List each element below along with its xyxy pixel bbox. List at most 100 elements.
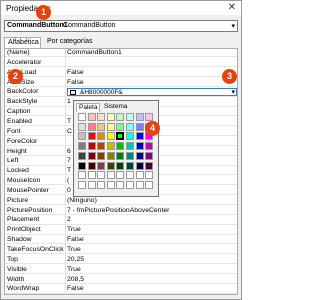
color-cell[interactable] bbox=[87, 113, 96, 121]
color-cell[interactable] bbox=[97, 122, 106, 131]
color-cell[interactable] bbox=[78, 161, 86, 170]
property-value[interactable]: CommandButton1 bbox=[67, 49, 235, 57]
color-cell[interactable] bbox=[126, 122, 134, 131]
color-cell[interactable] bbox=[116, 142, 125, 151]
property-value[interactable]: False bbox=[67, 285, 235, 293]
color-cell[interactable] bbox=[106, 113, 115, 121]
color-cell[interactable] bbox=[135, 151, 144, 160]
color-cell[interactable] bbox=[106, 171, 115, 180]
color-cell[interactable] bbox=[87, 161, 96, 170]
property-row[interactable]: Width 208,5 bbox=[5, 276, 237, 284]
color-cell[interactable] bbox=[87, 180, 96, 189]
color-cell[interactable] bbox=[78, 122, 86, 131]
color-cell[interactable] bbox=[116, 171, 125, 180]
color-cell[interactable] bbox=[135, 180, 144, 189]
color-cell[interactable] bbox=[126, 132, 134, 141]
property-row[interactable]: Top 20,25 bbox=[5, 256, 237, 265]
property-value[interactable]: False bbox=[67, 236, 235, 244]
property-value[interactable]: 7 - fmPicturePositionAboveCenter bbox=[67, 207, 235, 215]
color-cell[interactable] bbox=[97, 151, 106, 160]
color-cell[interactable] bbox=[87, 151, 96, 160]
chevron-down-icon[interactable]: ▾ bbox=[231, 88, 235, 96]
property-row[interactable]: BackColor &H8000000F& ▾ bbox=[5, 88, 237, 97]
property-row[interactable]: Accelerator bbox=[5, 59, 237, 68]
color-cell[interactable] bbox=[87, 171, 96, 180]
tab-by-category[interactable]: Por categorías bbox=[44, 37, 104, 48]
tab-palette[interactable]: Paleta bbox=[76, 103, 100, 112]
color-cell[interactable] bbox=[78, 180, 86, 189]
color-cell[interactable] bbox=[78, 132, 86, 141]
color-cell[interactable] bbox=[78, 171, 86, 180]
color-cell[interactable] bbox=[116, 161, 125, 170]
color-cell[interactable] bbox=[97, 171, 106, 180]
property-row[interactable]: PicturePosition 7 - fmPicturePositionAbov… bbox=[5, 207, 237, 215]
color-cell[interactable] bbox=[135, 161, 144, 170]
backcolor-value-field[interactable]: &H8000000F& ▾ bbox=[67, 88, 237, 97]
property-value[interactable]: True bbox=[67, 266, 235, 274]
color-cell[interactable] bbox=[116, 132, 125, 141]
property-value[interactable]: 20,25 bbox=[67, 256, 235, 264]
color-cell[interactable] bbox=[78, 142, 86, 151]
color-cell[interactable] bbox=[116, 113, 125, 121]
property-row[interactable]: AutoSize False bbox=[5, 79, 237, 87]
color-cell[interactable] bbox=[116, 180, 125, 189]
color-cell[interactable] bbox=[135, 113, 144, 121]
property-value[interactable]: False bbox=[67, 79, 235, 87]
color-cell[interactable] bbox=[106, 161, 115, 170]
color-cell[interactable] bbox=[145, 142, 154, 151]
property-value[interactable]: False bbox=[67, 69, 235, 77]
color-cell[interactable] bbox=[97, 132, 106, 141]
color-cell[interactable] bbox=[97, 161, 106, 170]
property-row[interactable]: Visible True bbox=[5, 266, 237, 274]
color-cell[interactable] bbox=[106, 151, 115, 160]
color-cell[interactable] bbox=[106, 142, 115, 151]
property-value[interactable]: True bbox=[67, 226, 235, 234]
property-row[interactable]: PrintObject True bbox=[5, 226, 237, 235]
property-row[interactable]: AutoLoadFalse bbox=[5, 69, 237, 77]
color-cell[interactable] bbox=[126, 171, 134, 180]
color-cell[interactable] bbox=[106, 122, 115, 131]
color-cell[interactable] bbox=[145, 113, 154, 121]
color-cell[interactable] bbox=[78, 151, 86, 160]
color-cell[interactable] bbox=[126, 113, 134, 121]
color-cell[interactable] bbox=[126, 180, 134, 189]
property-row[interactable]: (Name) CommandButton1 bbox=[5, 49, 237, 58]
color-cell[interactable] bbox=[78, 113, 86, 121]
color-cell[interactable] bbox=[126, 151, 134, 160]
color-cell[interactable] bbox=[135, 132, 144, 141]
color-cell[interactable] bbox=[87, 132, 96, 141]
object-selector[interactable]: CommandButton1 CommandButton ▾ bbox=[4, 20, 238, 32]
color-cell[interactable] bbox=[135, 122, 144, 131]
property-row[interactable]: Shadow False bbox=[5, 236, 237, 245]
color-cell[interactable] bbox=[87, 122, 96, 131]
color-cell[interactable] bbox=[135, 142, 144, 151]
property-row[interactable]: Placement 2 bbox=[5, 216, 237, 225]
color-cell[interactable] bbox=[97, 142, 106, 151]
color-cell[interactable] bbox=[145, 161, 154, 170]
color-cell[interactable] bbox=[87, 142, 96, 151]
tab-system[interactable]: Sistema bbox=[104, 103, 127, 111]
tab-alphabetic[interactable]: Alfabética bbox=[4, 37, 41, 48]
property-row[interactable]: WordWrap False bbox=[5, 285, 237, 294]
property-value[interactable]: 208,5 bbox=[67, 276, 235, 284]
property-value[interactable]: True bbox=[67, 246, 235, 254]
color-cell[interactable] bbox=[126, 161, 134, 170]
color-cell[interactable] bbox=[135, 171, 144, 180]
color-cell[interactable] bbox=[97, 113, 106, 121]
property-value[interactable]: 2 bbox=[67, 216, 235, 224]
chevron-down-icon[interactable]: ▾ bbox=[231, 22, 235, 30]
color-cell[interactable] bbox=[145, 171, 154, 180]
color-cell[interactable] bbox=[97, 180, 106, 189]
color-cell[interactable] bbox=[116, 151, 125, 160]
property-value[interactable] bbox=[67, 59, 235, 67]
color-cell[interactable] bbox=[106, 132, 115, 141]
property-row[interactable]: Picture (Ninguno) bbox=[5, 197, 237, 206]
color-cell[interactable] bbox=[126, 142, 134, 151]
property-value[interactable]: (Ninguno) bbox=[67, 197, 235, 205]
close-icon[interactable]: ✕ bbox=[228, 2, 236, 14]
color-cell[interactable] bbox=[116, 122, 125, 131]
color-cell[interactable] bbox=[106, 180, 115, 189]
color-cell[interactable] bbox=[145, 180, 154, 189]
property-row[interactable]: TakeFocusOnClick True bbox=[5, 246, 237, 255]
color-cell[interactable] bbox=[145, 151, 154, 160]
